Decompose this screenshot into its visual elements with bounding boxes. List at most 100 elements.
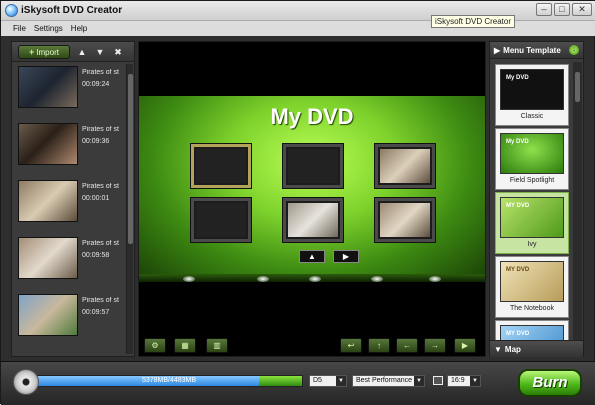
left-arrow-icon[interactable]: ← (396, 338, 418, 353)
menu-thumb-slot[interactable] (191, 144, 251, 188)
aspect-ratio-value: 16:9 (451, 377, 465, 384)
list-item[interactable]: Pirates of st 00:00:01 (18, 180, 124, 237)
move-down-icon[interactable]: ▼ (94, 46, 106, 58)
list-item[interactable]: Pirates of st 00:09:36 (18, 123, 124, 180)
up-arrow-icon[interactable]: ↑ (368, 338, 390, 353)
undo-icon[interactable]: ↩ (340, 338, 362, 353)
clip-duration: 00:09:24 (82, 81, 110, 88)
capacity-bar: 5378MB/4483MB (35, 375, 303, 387)
clip-list-scrollbar[interactable] (126, 64, 133, 354)
menu-thumb-slot[interactable] (191, 198, 251, 242)
menu-thumb-slot[interactable] (375, 144, 435, 188)
clip-name: Pirates of st (82, 240, 119, 247)
template-thumbnail: MY DVD (500, 325, 564, 340)
edit-menu-icon[interactable]: ▥ (206, 338, 228, 353)
menu-preview: My DVD ▲ ▶ (138, 41, 486, 357)
quality-value: Best Performance (356, 377, 413, 384)
download-icon[interactable]: ↓ (569, 45, 579, 55)
delete-clip-icon[interactable]: ✖ (112, 46, 124, 58)
plus-icon: + (29, 47, 35, 57)
clip-thumbnail (18, 66, 78, 108)
import-button[interactable]: + Import (18, 45, 70, 59)
menu-template-label: Menu Template (503, 45, 561, 55)
template-label: Classic (520, 113, 544, 120)
list-item[interactable]: Pirates of st 00:09:57 (18, 294, 124, 351)
clip-list: Pirates of st 00:09:24 Pirates of st 00:… (18, 66, 124, 354)
minimize-button[interactable]: – (536, 3, 552, 16)
map-label: Map (504, 344, 521, 354)
disc-type-value: D5 (313, 377, 322, 384)
dvd-title[interactable]: My DVD (139, 104, 485, 130)
template-thumbnail: MY DVD (500, 197, 564, 238)
prev-page-button[interactable]: ▲ (299, 250, 325, 263)
scrollbar-thumb[interactable] (575, 72, 580, 102)
clip-thumbnail (18, 123, 78, 165)
template-thumbnail: My DVD (500, 69, 564, 110)
list-item[interactable]: Pirates of st 00:09:24 (18, 66, 124, 123)
stage-light (183, 276, 195, 282)
next-page-button[interactable]: ▶ (333, 250, 359, 263)
clip-thumbnail (18, 294, 78, 336)
clip-duration: 00:09:36 (82, 138, 110, 145)
template-item[interactable]: MY DVD (495, 320, 569, 340)
list-item[interactable]: Pirates of st 00:09:58 (18, 237, 124, 294)
clip-toolbar: + Import ▲ ▼ ✖ (12, 42, 134, 62)
clip-thumbnail (18, 180, 78, 222)
settings-gear-icon[interactable]: ⚙ (144, 338, 166, 353)
bottom-bar: 5378MB/4483MB D5 ▼ Best Performance ▼ 16… (1, 361, 595, 405)
clip-panel: + Import ▲ ▼ ✖ Pirates of st 00:09:24 Pi… (11, 41, 135, 357)
menu-thumb-slot[interactable] (375, 198, 435, 242)
quality-select[interactable]: Best Performance ▼ (352, 375, 425, 387)
window-title: iSkysoft DVD Creator (21, 5, 123, 16)
monitor-icon (433, 376, 443, 385)
template-mini-title: My DVD (506, 75, 529, 81)
capacity-text: 5378MB/4483MB (141, 377, 197, 384)
map-header[interactable]: ▼ Map (490, 340, 583, 357)
stage-light (309, 276, 321, 282)
template-panel: ▶ Menu Template ↓ My DVD Classic My DVD … (489, 41, 584, 357)
template-item[interactable]: My DVD Field Spotlight (495, 128, 569, 190)
clip-name: Pirates of st (82, 183, 119, 190)
template-scrollbar[interactable] (573, 62, 582, 356)
menu-thumb-slot[interactable] (283, 144, 343, 188)
disc-icon (13, 369, 39, 395)
clip-thumbnail (18, 237, 78, 279)
menu-thumb-slot[interactable] (283, 198, 343, 242)
maximize-button[interactable]: □ (554, 3, 570, 16)
template-mini-title: My DVD (506, 139, 529, 145)
film-strip-icon[interactable]: ▦ (174, 338, 196, 353)
clip-name: Pirates of st (82, 126, 119, 133)
disc-type-select[interactable]: D5 ▼ (309, 375, 347, 387)
window-controls: – □ ✕ (536, 3, 592, 16)
scrollbar-thumb[interactable] (128, 74, 133, 244)
template-item[interactable]: MY DVD The Notebook (495, 256, 569, 318)
stage-light (257, 276, 269, 282)
close-button[interactable]: ✕ (572, 3, 592, 16)
app-window: iSkysoft DVD Creator – □ ✕ iSkysoft DVD … (0, 0, 595, 405)
template-mini-title: MY DVD (506, 267, 530, 273)
template-label: Ivy (527, 241, 537, 248)
chevron-down-icon: ▼ (414, 376, 424, 386)
play-icon[interactable]: ▶ (454, 338, 476, 353)
menu-file[interactable]: File (13, 24, 26, 33)
import-label: Import (36, 47, 59, 57)
template-mini-title: MY DVD (506, 203, 530, 209)
template-list: My DVD Classic My DVD Field Spotlight MY… (495, 64, 569, 340)
menu-help[interactable]: Help (71, 24, 87, 33)
arrow-right-icon: ▶ (494, 45, 501, 55)
aspect-ratio-select[interactable]: 16:9 ▼ (447, 375, 481, 387)
template-item[interactable]: My DVD Classic (495, 64, 569, 126)
menu-settings[interactable]: Settings (34, 24, 63, 33)
menu-template-header[interactable]: ▶ Menu Template ↓ (490, 42, 583, 59)
right-arrow-icon[interactable]: → (424, 338, 446, 353)
template-item-selected[interactable]: MY DVD Ivy (495, 192, 569, 254)
move-up-icon[interactable]: ▲ (76, 46, 88, 58)
template-mini-title: MY DVD (506, 331, 530, 337)
arrow-down-icon: ▼ (494, 344, 502, 354)
burn-button[interactable]: Burn (518, 369, 582, 397)
dvd-menu-screen: My DVD ▲ ▶ (139, 96, 485, 282)
template-label: Field Spotlight (509, 177, 555, 184)
stage-light (429, 276, 441, 282)
preview-controls: ⚙ ▦ ▥ ↩ ↑ ← → ▶ (138, 335, 486, 355)
template-thumbnail: My DVD (500, 133, 564, 174)
